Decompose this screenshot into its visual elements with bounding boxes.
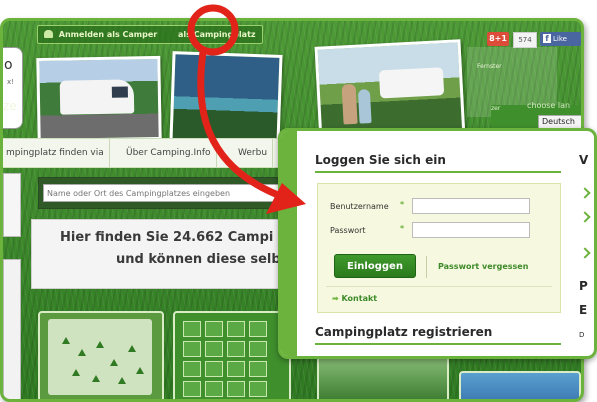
login-button[interactable]: Einloggen (334, 254, 416, 278)
logo-letter: o (4, 57, 13, 73)
beach-tile[interactable] (459, 371, 581, 399)
login-title: Loggen Sie sich ein (315, 153, 446, 167)
password-field[interactable] (412, 222, 530, 238)
required-mark: * (400, 200, 405, 209)
left-panel (3, 173, 21, 237)
camper-login-label: Anmelden als Camper (58, 30, 158, 39)
facility-icon (249, 321, 267, 337)
camper-login-button[interactable]: Anmelden als Camper als Campingplatz (37, 25, 263, 44)
right-partial-text: D (579, 331, 585, 339)
facility-icon (249, 361, 267, 377)
banner-line-1: Hier finden Sie 24.662 Campi (60, 230, 274, 245)
username-field[interactable] (412, 198, 530, 214)
facility-icon (183, 361, 201, 377)
chevron-icon (579, 247, 591, 259)
left-panel-lower (3, 259, 21, 399)
map-caption: Fernster (477, 63, 502, 70)
login-zoom-panel: Loggen Sie sich ein Benutzername * Passw… (278, 128, 597, 359)
photo-motorhome (36, 55, 162, 143)
photo-lake (169, 51, 283, 145)
right-partial-heading: V (579, 153, 589, 167)
username-label: Benutzername (330, 202, 389, 211)
facility-icon (227, 321, 245, 337)
user-icon (44, 30, 53, 38)
facility-icon (205, 361, 223, 377)
login-form: Benutzername * Passwort * Einloggen Pass… (317, 183, 561, 313)
facility-icon (249, 381, 267, 397)
facility-icon (205, 321, 223, 337)
gplus-button[interactable]: 8+1 (487, 32, 509, 46)
logo-partial-text: ze (3, 99, 17, 113)
facebook-like-label: Like (553, 35, 567, 43)
chevron-icon (579, 211, 591, 223)
login-title-rule (315, 171, 561, 173)
camping-login-label[interactable]: als Campingplatz (178, 30, 256, 39)
search-bar (38, 177, 290, 209)
facility-icon (227, 381, 245, 397)
divider (326, 286, 552, 287)
facility-icon (249, 341, 267, 357)
contact-link-label: Kontakt (341, 294, 378, 303)
nav-item-about[interactable]: Über Camping.Info (121, 139, 217, 167)
right-partial-heading-3: E (579, 303, 588, 317)
facility-icon (183, 381, 201, 397)
facility-icon (205, 341, 223, 357)
contact-link[interactable]: ➡ Kontakt (332, 294, 377, 303)
search-input[interactable] (43, 184, 281, 202)
facility-icon (183, 341, 201, 357)
register-title-rule (315, 343, 561, 345)
chevron-icon (579, 187, 591, 199)
divider (426, 256, 427, 278)
europe-map-icon (48, 319, 152, 395)
facility-icon (183, 321, 201, 337)
forgot-password-link[interactable]: Passwort vergessen (438, 262, 528, 271)
facility-icon (227, 341, 245, 357)
facebook-like-button[interactable]: f Like (540, 32, 581, 46)
nav-item-advertising[interactable]: Werbu (233, 139, 274, 167)
arrow-right-icon: ➡ (332, 294, 339, 303)
required-mark: * (400, 224, 405, 233)
site-logo[interactable]: o x! (3, 47, 23, 129)
zoom-panel-sidebar (281, 131, 297, 356)
register-campsite-title[interactable]: Campingplatz registrieren (315, 325, 492, 339)
password-label: Passwort (330, 226, 366, 235)
nav-item-find-campsite[interactable]: mpingplatz finden via (3, 139, 110, 167)
campsite-count-banner: Hier finden Sie 24.662 Campi und können … (31, 219, 305, 289)
language-select[interactable]: Deutsch (538, 115, 581, 129)
map-tile[interactable] (38, 311, 164, 399)
gplus-count: 574 (513, 32, 537, 48)
facility-icon (205, 381, 223, 397)
logo-subtext: x! (7, 78, 14, 86)
facilities-tile[interactable] (173, 311, 291, 399)
facebook-icon: f (543, 34, 551, 43)
right-partial-heading-2: P (579, 279, 588, 293)
banner-line-2: und können diese selbs (116, 252, 289, 267)
choose-language-label: choose lan (527, 101, 571, 110)
facility-icon (227, 361, 245, 377)
